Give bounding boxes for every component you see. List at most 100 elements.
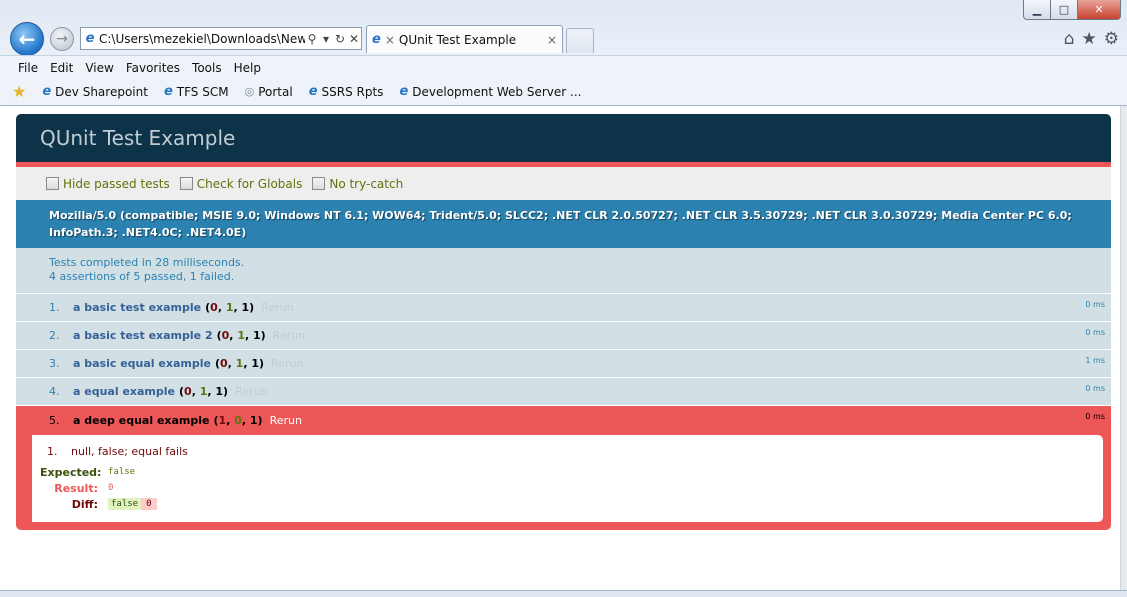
favorite-label: SSRS Rpts (321, 84, 384, 99)
forward-button[interactable]: → (50, 27, 74, 51)
assertion-item: 1. null, false; equal fails (40, 445, 1091, 458)
test-name[interactable]: a deep equal example (73, 414, 210, 427)
test-number: 5. (49, 413, 60, 427)
favorite-portal[interactable]: ◎ Portal (245, 85, 293, 99)
expected-row: Expected: false (40, 464, 1091, 480)
diff-label: Diff: (71, 497, 98, 511)
favorite-label: TFS SCM (176, 84, 229, 99)
window-controls: ▁ □ ✕ (1023, 0, 1121, 20)
rerun-link[interactable]: Rerun (273, 329, 305, 342)
address-url[interactable]: C:\Users\mezekiel\Downloads\New (99, 32, 305, 46)
dropdown-icon[interactable]: ▾ (319, 32, 333, 46)
page-title: QUnit Test Example (16, 114, 1111, 162)
tab-close-button[interactable]: × (547, 33, 557, 47)
address-bar[interactable]: e C:\Users\mezekiel\Downloads\New ⚲ ▾ ↻ … (80, 27, 362, 50)
home-icon[interactable]: ⌂ (1064, 29, 1075, 49)
test-row[interactable]: 4. a equal example (0, 1, 1) Rerun 0 ms (16, 378, 1111, 406)
qunit-toolbar: Hide passed tests Check for Globals No t… (16, 167, 1111, 200)
favorite-dev-sharepoint[interactable]: e Dev Sharepoint (42, 84, 148, 99)
checkbox-box[interactable] (312, 177, 326, 190)
browser-chrome: ▁ □ ✕ ← → e C:\Users\mezekiel\Downloads\… (0, 0, 1127, 106)
menu-help[interactable]: Help (234, 61, 261, 75)
favorite-label: Portal (258, 84, 293, 99)
favorite-tfs-scm[interactable]: e TFS SCM (164, 84, 229, 99)
favorites-bar: ★ e Dev Sharepoint e TFS SCM ◎ Portal e … (0, 79, 1127, 104)
close-window-button[interactable]: ✕ (1077, 0, 1121, 20)
checkbox-label: Check for Globals (196, 176, 303, 191)
failed-test-row[interactable]: 5. a deep equal example (1, 0, 1) Rerun … (16, 406, 1111, 434)
test-duration: 0 ms (1085, 300, 1105, 309)
refresh-icon[interactable]: ↻ (333, 32, 347, 46)
checkbox-label: No try-catch (329, 176, 404, 191)
rerun-link[interactable]: Rerun (271, 357, 303, 370)
back-arrow-icon: ← (18, 27, 36, 51)
hide-passed-checkbox[interactable]: Hide passed tests (46, 177, 170, 191)
favorite-dev-web-server[interactable]: e Development Web Server ... (399, 84, 581, 99)
rerun-link[interactable]: Rerun (270, 414, 302, 427)
user-agent: Mozilla/5.0 (compatible; MSIE 9.0; Windo… (16, 200, 1111, 248)
expected-label: Expected: (40, 465, 102, 479)
back-button[interactable]: ← (10, 22, 44, 56)
minimize-button[interactable]: ▁ (1023, 0, 1050, 20)
result-label: Result: (54, 481, 98, 495)
summary-time: Tests completed in 28 milliseconds. (49, 256, 245, 269)
no-try-catch-checkbox[interactable]: No try-catch (312, 177, 403, 191)
gear-icon[interactable]: ⚙ (1104, 29, 1119, 49)
test-row[interactable]: 2. a basic test example 2 (0, 1, 1) Reru… (16, 322, 1111, 350)
menu-view[interactable]: View (85, 61, 113, 75)
ie-page-icon: e (42, 84, 52, 99)
ie-page-icon: e (308, 84, 318, 99)
new-tab-button[interactable] (566, 28, 594, 53)
test-name[interactable]: a basic test example (73, 301, 201, 314)
browser-tools: ⌂ ★ ⚙ (1064, 29, 1119, 49)
stop-icon[interactable]: ✕ (347, 32, 361, 46)
failed-count: 0 (221, 329, 230, 342)
failed-count: 1 (218, 413, 227, 427)
test-name[interactable]: a equal example (73, 385, 175, 398)
test-summary: Tests completed in 28 milliseconds. 4 as… (16, 248, 1111, 294)
favorites-add-icon[interactable]: ★ (12, 82, 26, 101)
test-duration: 1 ms (1085, 356, 1105, 365)
search-icon[interactable]: ⚲ (305, 32, 319, 46)
diff-deleted: false (108, 498, 142, 510)
tab-close-icon[interactable]: × (385, 33, 395, 47)
tab-title: QUnit Test Example (398, 32, 517, 47)
test-name[interactable]: a basic equal example (73, 357, 211, 370)
test-row[interactable]: 1. a basic test example (0, 1, 1) Rerun … (16, 294, 1111, 322)
menu-tools[interactable]: Tools (192, 61, 222, 75)
checkbox-box[interactable] (46, 177, 59, 190)
diff-row: Diff: false 0 (40, 496, 1091, 512)
diff-inserted: 0 (141, 498, 157, 510)
test-name[interactable]: a basic test example 2 (73, 329, 213, 342)
favorites-star-icon[interactable]: ★ (1082, 29, 1097, 49)
ie-page-icon: e (85, 31, 95, 46)
ie-page-icon: e (399, 84, 409, 99)
menu-file[interactable]: File (18, 61, 38, 75)
failed-count: 0 (184, 385, 192, 398)
menu-favorites[interactable]: Favorites (126, 61, 180, 75)
menu-edit[interactable]: Edit (50, 61, 73, 75)
vertical-scrollbar[interactable] (1120, 106, 1127, 590)
ie-tab-icon: e (372, 32, 381, 47)
failed-count: 0 (219, 357, 228, 370)
total-count: 1 (249, 413, 258, 427)
expected-value: false (108, 467, 136, 477)
test-counts: (0, 1, 1) (205, 301, 255, 314)
tab-qunit[interactable]: e × QUnit Test Example × (366, 25, 563, 53)
total-count: 1 (241, 301, 250, 314)
rerun-link[interactable]: Rerun (261, 301, 293, 314)
checkbox-box[interactable] (179, 177, 193, 190)
test-duration: 0 ms (1085, 384, 1105, 393)
total-count: 1 (252, 329, 261, 342)
rerun-link[interactable]: Rerun (235, 385, 267, 398)
test-row[interactable]: 3. a basic equal example (0, 1, 1) Rerun… (16, 350, 1111, 378)
passed-count: 1 (199, 385, 208, 398)
checkbox-label: Hide passed tests (63, 176, 170, 191)
favorite-ssrs-rpts[interactable]: e SSRS Rpts (309, 84, 384, 99)
menu-bar: File Edit View Favorites Tools Help (0, 55, 1127, 79)
result-value: 0 (108, 483, 114, 493)
check-globals-checkbox[interactable]: Check for Globals (179, 176, 303, 191)
maximize-button[interactable]: □ (1050, 0, 1077, 20)
diff-value: false 0 (108, 498, 157, 510)
forward-arrow-icon: → (56, 31, 68, 47)
